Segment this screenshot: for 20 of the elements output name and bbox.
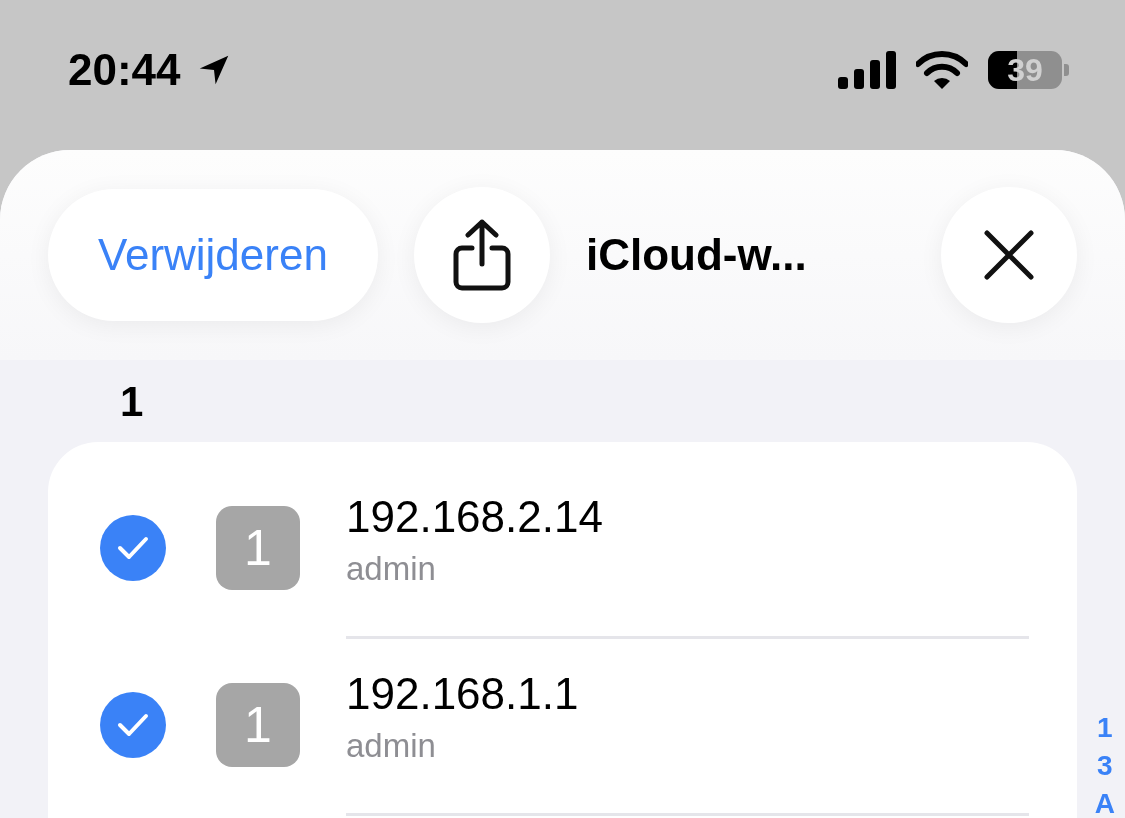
sheet-title: iCloud-w... [585, 230, 808, 280]
signal-icon [838, 51, 896, 89]
username: admin [346, 727, 436, 765]
index-letter[interactable]: 1 [1097, 712, 1113, 744]
checkmark-icon [117, 712, 149, 738]
username: admin [346, 550, 436, 588]
close-icon [983, 229, 1035, 281]
count-badge: 1 [216, 683, 300, 767]
count-badge: 1 [216, 506, 300, 590]
battery-tip [1064, 64, 1069, 76]
index-letter[interactable]: 3 [1097, 750, 1113, 782]
section-header: 1 [120, 378, 144, 426]
checkmark-icon [117, 535, 149, 561]
ip-address: 192.168.2.14 [346, 492, 603, 542]
delete-button[interactable]: Verwijderen [48, 189, 378, 321]
clock-time: 20:44 [68, 45, 181, 95]
share-icon [451, 218, 512, 292]
index-letter[interactable]: A [1094, 788, 1115, 818]
wifi-icon [916, 51, 968, 89]
ip-address: 192.168.1.1 [346, 669, 579, 719]
